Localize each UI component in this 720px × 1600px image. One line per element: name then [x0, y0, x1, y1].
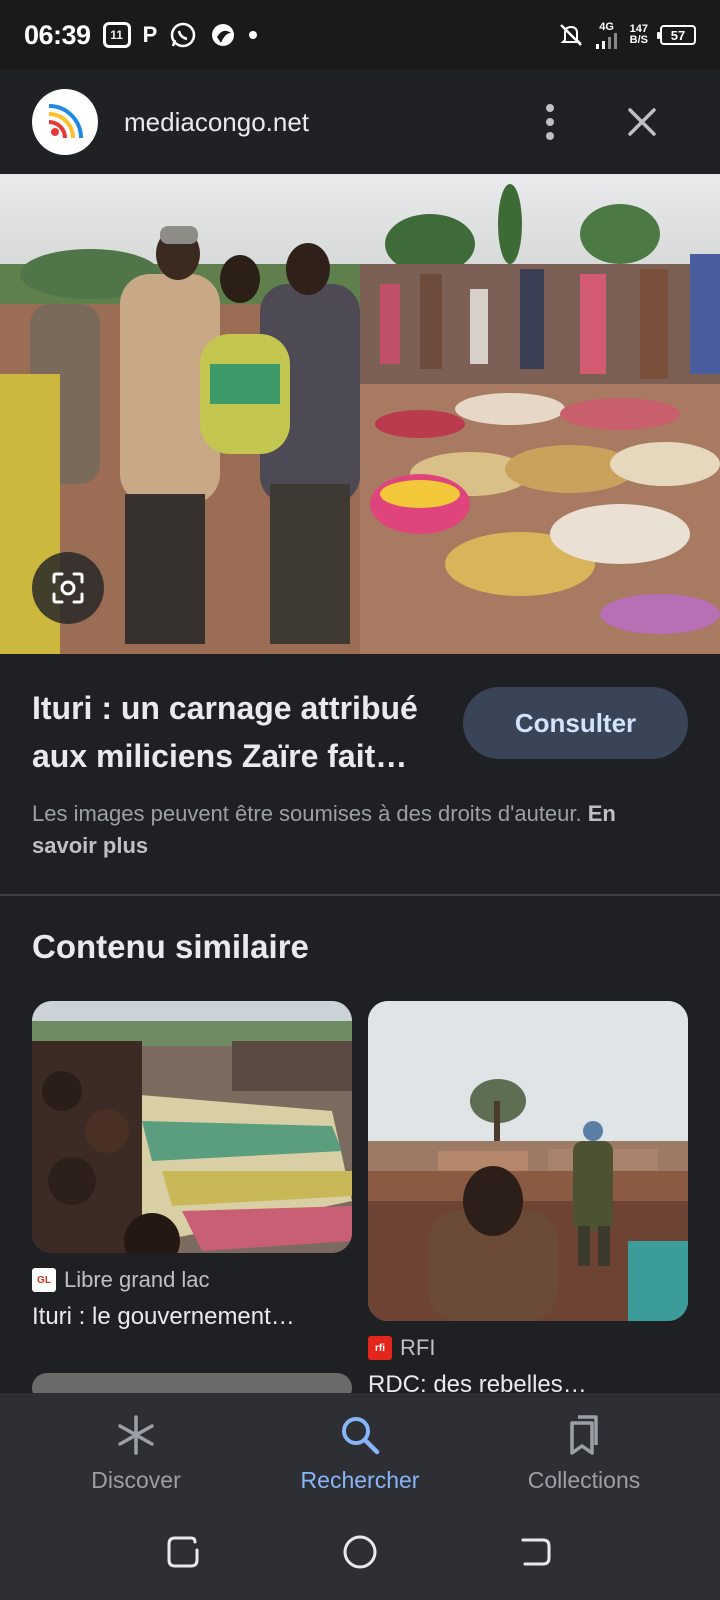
site-name[interactable]: mediacongo.net	[124, 107, 309, 138]
consult-button[interactable]: Consulter	[463, 687, 688, 759]
parking-notification-icon: P	[142, 22, 158, 47]
home-icon[interactable]	[338, 1530, 382, 1574]
crowd-photo	[32, 1001, 352, 1253]
battery-icon: 57	[657, 25, 696, 45]
result-image[interactable]	[0, 174, 720, 654]
whatsapp-icon	[171, 22, 196, 48]
signal-indicator: 4G	[595, 20, 618, 49]
similar-card-image[interactable]	[32, 1001, 352, 1253]
similar-card[interactable]: rfi RFI RDC: des rebelles…	[368, 1001, 688, 1399]
site-favicon[interactable]	[32, 89, 98, 155]
bell-muted-icon	[559, 24, 582, 46]
nav-discover-label: Discover	[91, 1467, 181, 1493]
network-type: 4G	[599, 20, 614, 33]
source-name: Libre grand lac	[64, 1267, 210, 1292]
source-logo: rfi	[368, 1336, 392, 1360]
network-speed: 147 B/S	[630, 24, 648, 46]
nav-discover[interactable]: Discover	[36, 1413, 236, 1494]
copyright-text: Les images peuvent être soumises à des d…	[32, 801, 582, 826]
divider	[0, 894, 720, 896]
nav-collections[interactable]: Collections	[484, 1413, 684, 1494]
bookmarks-icon	[570, 1415, 598, 1455]
similar-card-title[interactable]: Ituri : le gouvernement…	[32, 1303, 352, 1331]
lens-search-button[interactable]	[32, 552, 104, 624]
battery-level: 57	[670, 27, 686, 43]
wifi-logo-icon	[48, 104, 83, 139]
nav-search[interactable]: Rechercher	[260, 1413, 460, 1494]
similar-card-image[interactable]	[368, 1001, 688, 1321]
result-photo	[0, 174, 720, 654]
similar-card-source: rfi RFI	[368, 1335, 688, 1361]
viewer-header: mediacongo.net	[0, 70, 720, 174]
soldier-photo	[368, 1001, 688, 1321]
nav-collections-label: Collections	[527, 1467, 641, 1493]
recent-apps-icon[interactable]	[161, 1530, 205, 1574]
speed-unit: B/S	[629, 34, 648, 46]
copyright-notice: Les images peuvent être soumises à des d…	[32, 798, 682, 862]
more-notifications-dot	[249, 31, 258, 39]
similar-content-heading: Contenu similaire	[32, 928, 309, 965]
similar-card[interactable]: GL Libre grand lac Ituri : le gouverneme…	[32, 1001, 352, 1331]
system-status-icons: 4G 147 B/S 57	[558, 0, 696, 70]
lens-icon	[52, 572, 84, 604]
source-name: RFI	[400, 1335, 436, 1360]
app-notification-icon	[212, 24, 235, 46]
close-icon[interactable]	[622, 102, 662, 142]
calendar-notification-icon: 11	[102, 22, 131, 48]
back-icon[interactable]	[513, 1530, 557, 1574]
source-logo: GL	[32, 1268, 56, 1292]
search-icon	[342, 1417, 380, 1455]
asterisk-icon	[118, 1415, 154, 1455]
result-title: Ituri : un carnage attribué aux milicien…	[32, 690, 418, 774]
nav-search-label: Rechercher	[300, 1467, 420, 1493]
similar-card-source: GL Libre grand lac	[32, 1267, 352, 1293]
signal-bars-icon	[595, 32, 617, 49]
status-bar: 06:39 11 P 4G 147 B/S 57	[0, 0, 720, 70]
more-options-icon[interactable]	[530, 98, 570, 146]
notification-icons: 11 P	[102, 21, 258, 49]
status-time: 06:39	[24, 19, 91, 50]
